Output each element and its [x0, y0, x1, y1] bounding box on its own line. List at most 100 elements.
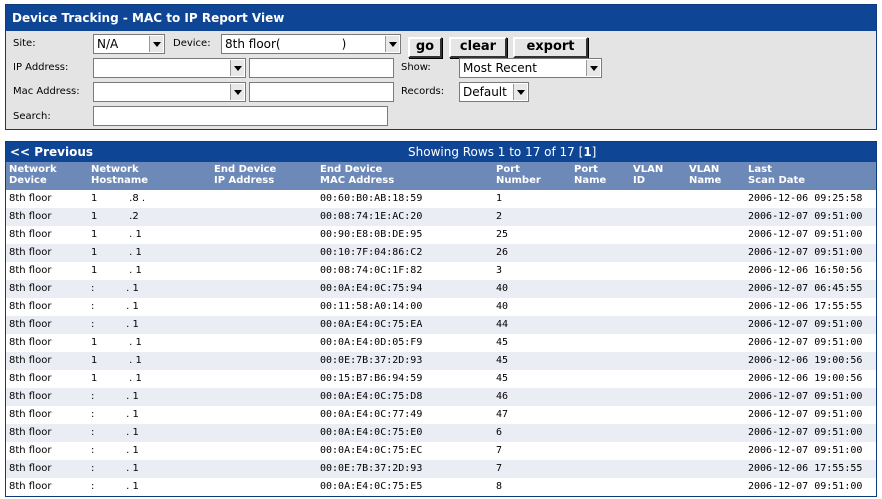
mac-address-cell: 00:0A:E4:0D:05:F9 [320, 337, 423, 348]
column-header-line2: Name [574, 175, 607, 186]
site-select[interactable]: N/A [93, 34, 165, 54]
hostname-cell: 1 .8 . [91, 193, 146, 204]
column-header-line1: VLAN [689, 164, 720, 175]
column-header[interactable]: VLAN ID [633, 164, 663, 186]
table-row: 8th floor: . 1 00:0E:7B:37:2D:93 7 2006-12-… [6, 460, 876, 478]
ip-address-label: IP Address: [13, 62, 69, 73]
records-label: Records: [401, 86, 445, 97]
port-number-cell: 2 [496, 211, 503, 222]
port-number-cell: 6 [496, 427, 503, 438]
port-number-cell: 25 [496, 229, 509, 240]
scan-date-cell: 2006-12-07 09:51:00 [748, 427, 863, 438]
mac-address-cell: 00:08:74:1E:AC:20 [320, 211, 423, 222]
site-label: Site: [13, 38, 36, 49]
column-header-line1: VLAN [633, 164, 664, 175]
network-device-cell: 8th floor [9, 211, 52, 222]
mac-address-cell: 00:10:7F:04:86:C2 [320, 247, 423, 258]
hostname-cell: : . 1 [91, 481, 139, 492]
mac-address-label: Mac Address: [13, 86, 80, 97]
network-device-cell: 8th floor [9, 445, 52, 456]
mac-address-operator-select[interactable] [93, 82, 246, 102]
network-device-cell: 8th floor [9, 391, 52, 402]
export-button[interactable]: export [513, 37, 588, 58]
column-header[interactable]: Network Device [9, 164, 57, 186]
table-row: 8th floor 1 .8 . 00:60:B0:AB:18:59 1 2006-12… [6, 190, 876, 208]
mac-address-cell: 00:0E:7B:37:2D:93 [320, 463, 423, 474]
network-device-cell: 8th floor [9, 193, 52, 204]
device-select[interactable]: 8th floor( ) [221, 34, 401, 54]
mac-address-input[interactable] [249, 82, 394, 102]
network-device-cell: 8th floor [9, 283, 52, 294]
network-device-cell: 8th floor [9, 337, 52, 348]
column-header-line2: Scan Date [748, 175, 806, 186]
port-number-cell: 8 [496, 481, 503, 492]
scan-date-cell: 2006-12-06 19:00:56 [748, 355, 863, 366]
column-header[interactable]: Network Hostname [91, 164, 148, 186]
ip-address-operator-select[interactable] [93, 58, 246, 78]
hostname-cell: 1 . 1 [91, 337, 142, 348]
mac-address-cell: 00:08:74:0C:1F:82 [320, 265, 423, 276]
column-header-line2: ID [633, 175, 646, 186]
device-select-value: 8th floor( ) [225, 37, 347, 51]
column-header[interactable]: Port Name [574, 164, 606, 186]
column-header-line1: Last [748, 164, 772, 175]
network-device-cell: 8th floor [9, 265, 52, 276]
column-header-line1: End Device [320, 164, 383, 175]
scan-date-cell: 2006-12-07 09:51:00 [748, 391, 863, 402]
network-device-cell: 8th floor [9, 463, 52, 474]
column-header[interactable]: End Device IP Address [214, 164, 276, 186]
mac-address-cell: 00:11:58:A0:14:00 [320, 301, 423, 312]
records-select[interactable]: Default [459, 82, 529, 102]
showing-end: ] [591, 145, 597, 159]
chevron-down-icon [149, 36, 163, 52]
scan-date-cell: 2006-12-06 17:55:55 [748, 301, 863, 312]
column-header[interactable]: End Device MAC Address [320, 164, 394, 186]
table-row: 8th floor: . 1 00:0A:E4:0C:75:EC 7 2006-12-… [6, 442, 876, 460]
column-header-line1: Network [91, 164, 139, 175]
column-header-line2: MAC Address [320, 175, 395, 186]
clear-button[interactable]: clear [449, 37, 507, 58]
hostname-cell: 1 . 1 [91, 247, 142, 258]
port-number-cell: 40 [496, 301, 509, 312]
hostname-cell: : . 1 [91, 427, 139, 438]
port-number-cell: 26 [496, 247, 509, 258]
previous-page-link[interactable]: << Previous [10, 142, 93, 162]
mac-address-cell: 00:0E:7B:37:2D:93 [320, 355, 423, 366]
hostname-cell: : . 1 [91, 283, 139, 294]
mac-address-cell: 00:0A:E4:0C:77:49 [320, 409, 423, 420]
column-header-line2: Device [9, 175, 47, 186]
ip-address-input[interactable] [249, 58, 394, 78]
table-row: 8th floor 1 . 1 00:90:E8:0B:DE:95 25 2006-12… [6, 226, 876, 244]
filter-panel: Device Tracking - MAC to IP Report View … [5, 4, 877, 130]
table-row: 8th floor: . 1 00:0A:E4:0C:75:E0 6 2006-12-… [6, 424, 876, 442]
show-select[interactable]: Most Recent [459, 58, 602, 78]
hostname-cell: : . 1 [91, 391, 139, 402]
network-device-cell: 8th floor [9, 229, 52, 240]
table-row: 8th floor 1 . 1 00:08:74:0C:1F:82 3 2006-12-… [6, 262, 876, 280]
scan-date-cell: 2006-12-07 09:51:00 [748, 211, 863, 222]
column-header[interactable]: VLAN Name [689, 164, 721, 186]
go-button[interactable]: go [408, 37, 442, 58]
show-label: Show: [401, 62, 431, 73]
table-row: 8th floor: . 1 00:0A:E4:0C:75:E5 8 2006-12-… [6, 478, 876, 496]
search-input[interactable] [93, 106, 388, 126]
table-row: 8th floor 1 . 1 00:10:7F:04:86:C2 26 2006-12… [6, 244, 876, 262]
table-row: 8th floor: . 1 00:0A:E4:0C:75:EA 44 2006-12… [6, 316, 876, 334]
column-header-line1: Network [9, 164, 57, 175]
mac-address-cell: 00:0A:E4:0C:75:EC [320, 445, 423, 456]
table-row: 8th floor 1 . 1 00:0E:7B:37:2D:93 45 2006-12… [6, 352, 876, 370]
column-header-line1: End Device [214, 164, 277, 175]
column-header[interactable]: Last Scan Date [748, 164, 805, 186]
mac-address-cell: 00:15:B7:B6:94:59 [320, 373, 423, 384]
mac-address-cell: 00:0A:E4:0C:75:EA [320, 319, 423, 330]
port-number-cell: 7 [496, 463, 503, 474]
results-toolbar: << Previous Showing Rows 1 to 17 of 17 [… [6, 142, 876, 162]
showing-label: Showing Rows 1 to 17 of 17 [ [408, 145, 584, 159]
table-row: 8th floor 1 . 1 00:15:B7:B6:94:59 45 2006-12… [6, 370, 876, 388]
hostname-cell: : . 1 [91, 409, 139, 420]
hostname-cell: : . 1 [91, 319, 139, 330]
column-header[interactable]: Port Number [496, 164, 541, 186]
hostname-cell: : . 1 [91, 463, 139, 474]
table-row: 8th floor: . 1 00:0A:E4:0C:75:94 40 2006-12… [6, 280, 876, 298]
current-page-number[interactable]: 1 [583, 145, 591, 159]
